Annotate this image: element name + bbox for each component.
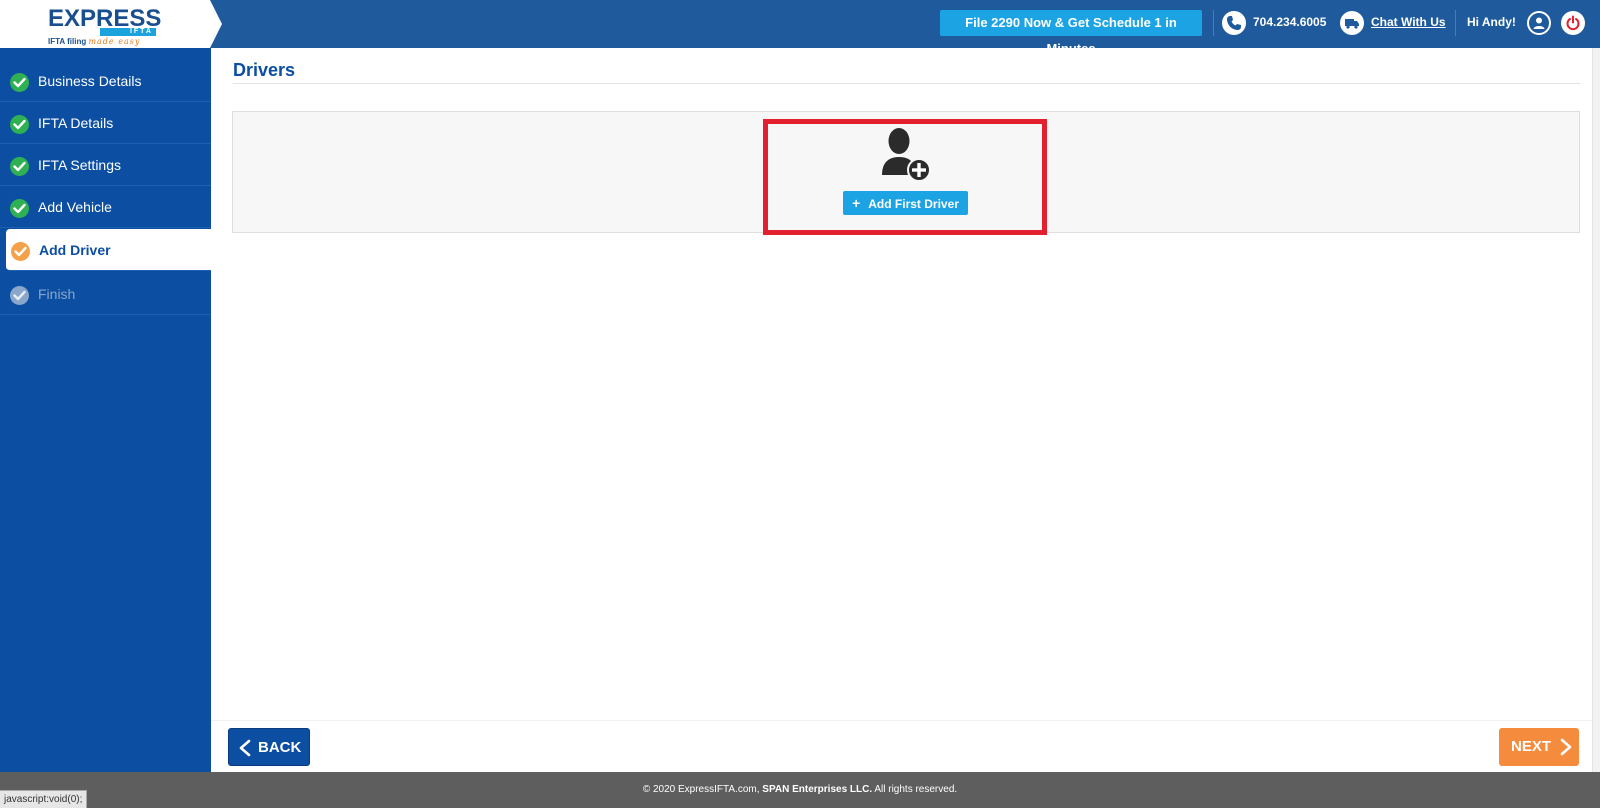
chat-with-us-link[interactable]: Chat With Us	[1371, 15, 1446, 29]
header-divider	[1455, 10, 1456, 36]
user-circle-icon[interactable]	[1527, 11, 1551, 35]
header-divider	[1213, 10, 1214, 36]
logo-sub: IFTA	[100, 28, 156, 36]
next-button-label: NEXT	[1511, 738, 1552, 755]
status-bar-url: javascript:void(0);	[0, 790, 88, 808]
sidebar: Business Details IFTA Details IFTA Setti…	[0, 48, 211, 772]
add-first-driver-button[interactable]: + Add First Driver	[843, 191, 968, 215]
power-icon[interactable]	[1561, 11, 1585, 35]
truck-chat-icon[interactable]	[1340, 11, 1364, 35]
check-icon	[10, 73, 29, 92]
file-2290-promo-button[interactable]: File 2290 Now & Get Schedule 1 in Minute…	[940, 10, 1202, 56]
top-header: EXPRESS IFTA IFTA filing made easy File …	[0, 0, 1600, 56]
check-icon	[10, 115, 29, 134]
back-button[interactable]: BACK	[228, 728, 310, 766]
sidebar-item-label: Add Driver	[39, 242, 111, 258]
chevron-left-icon	[239, 739, 251, 757]
plus-icon: +	[852, 195, 861, 211]
user-add-icon	[882, 128, 931, 182]
bottom-nav-bar	[211, 720, 1592, 772]
sidebar-item-add-driver[interactable]: Add Driver	[6, 229, 211, 271]
logo-tagline: IFTA filing made easy	[48, 37, 140, 46]
page-title: Drivers	[233, 60, 296, 80]
sidebar-item-label: Add Vehicle	[38, 199, 112, 215]
sidebar-item-ifta-details[interactable]: IFTA Details	[0, 102, 211, 144]
sidebar-item-label: Business Details	[38, 73, 142, 89]
logo[interactable]: EXPRESS IFTA IFTA filing made easy	[0, 0, 222, 48]
check-icon	[10, 157, 29, 176]
chevron-right-icon	[1560, 738, 1572, 756]
sidebar-item-label: Finish	[38, 286, 76, 302]
logo-tagline-plain: IFTA filing	[48, 37, 87, 46]
back-button-label: BACK	[258, 739, 302, 756]
user-greeting: Hi Andy!	[1467, 15, 1516, 29]
logo-tagline-script: made easy	[88, 37, 141, 46]
footer-copyright: © 2020 ExpressIFTA.com,	[642, 784, 763, 795]
sidebar-item-ifta-settings[interactable]: IFTA Settings	[0, 144, 211, 186]
phone-number[interactable]: 704.234.6005	[1253, 15, 1326, 29]
add-first-driver-label: Add First Driver	[868, 197, 959, 211]
title-divider	[233, 83, 1580, 84]
check-icon	[10, 199, 29, 218]
footer: © 2020 ExpressIFTA.com, SPAN Enterprises…	[0, 772, 1600, 808]
sidebar-item-label: IFTA Details	[38, 115, 114, 131]
phone-icon	[1222, 11, 1246, 35]
sidebar-item-business-details[interactable]: Business Details	[0, 60, 211, 102]
next-button[interactable]: NEXT	[1499, 728, 1579, 766]
check-icon	[11, 242, 30, 261]
sidebar-item-add-vehicle[interactable]: Add Vehicle	[0, 186, 211, 228]
scrollbar-track[interactable]	[1592, 48, 1600, 772]
sidebar-item-finish: Finish	[0, 273, 211, 315]
footer-company: SPAN Enterprises LLC.	[762, 784, 873, 795]
sidebar-item-label: IFTA Settings	[38, 157, 121, 173]
footer-rights: All rights reserved.	[872, 784, 958, 795]
check-icon	[10, 286, 29, 305]
